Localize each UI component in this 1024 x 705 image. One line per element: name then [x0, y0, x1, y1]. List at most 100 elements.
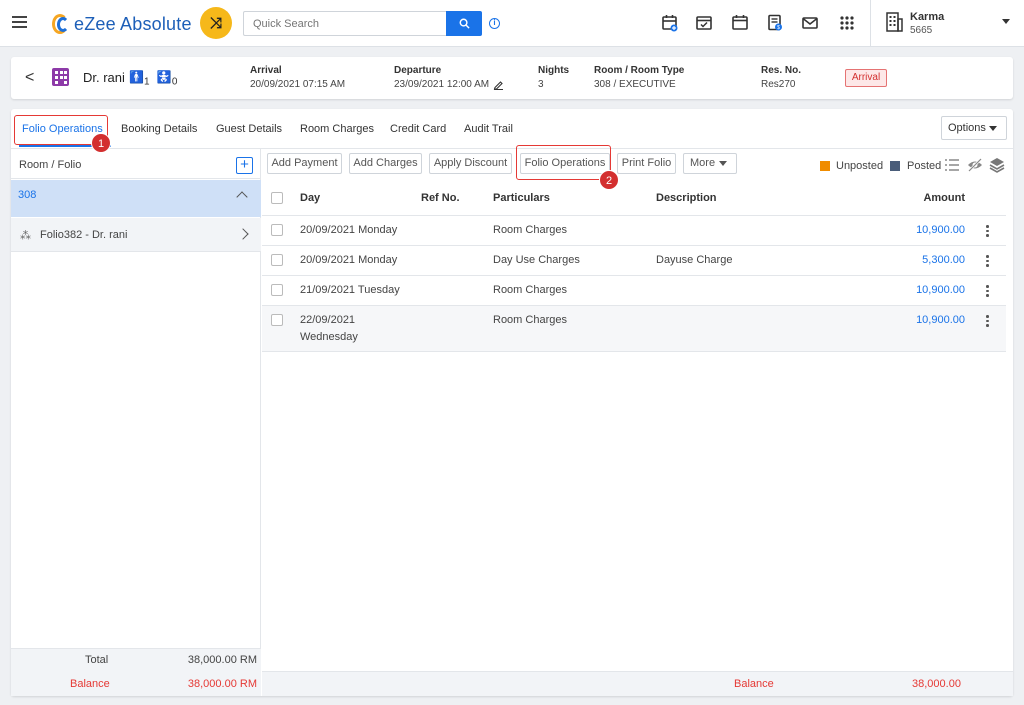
main-panel: Folio Operations Booking Details Guest D… — [11, 109, 1013, 696]
room-folio-header: Room / Folio + — [11, 149, 261, 179]
tab-credit-card[interactable]: Credit Card — [390, 123, 446, 135]
row-amount: 10,900.00 — [916, 284, 965, 296]
caret-down-icon — [719, 161, 727, 166]
grid-footer: Balance 38,000.00 — [262, 671, 1013, 696]
res-no-value: Res270 — [761, 79, 796, 90]
row-day: 22/09/2021 Wednesday — [300, 314, 358, 343]
row-description: Dayuse Charge — [656, 254, 733, 266]
row-checkbox[interactable] — [271, 224, 283, 236]
tab-guest-details[interactable]: Guest Details — [216, 123, 282, 135]
more-dropdown[interactable]: More — [683, 153, 737, 174]
search-button[interactable] — [446, 11, 482, 36]
search-icon — [459, 18, 470, 29]
room-folio-title: Room / Folio — [19, 159, 82, 171]
room-row[interactable]: 308 — [11, 180, 261, 217]
total-value: 38,000.00 RM — [187, 654, 257, 666]
select-all-checkbox[interactable] — [271, 192, 283, 204]
res-no-label: Res. No. — [761, 65, 802, 76]
add-folio-button[interactable]: + — [236, 157, 253, 174]
row-checkbox[interactable] — [271, 254, 283, 266]
row-amount: 5,300.00 — [922, 254, 965, 266]
svg-text:$: $ — [777, 25, 780, 31]
more-label: More — [690, 157, 716, 169]
user-menu[interactable]: Karma 5665 — [870, 0, 1024, 47]
tab-room-charges[interactable]: Room Charges — [300, 123, 374, 135]
row-kebab-menu-icon[interactable] — [986, 255, 989, 269]
tab-audit-trail[interactable]: Audit Trail — [464, 123, 513, 135]
shuffle-icon[interactable]: ⤨ — [200, 7, 232, 39]
row-kebab-menu-icon[interactable] — [986, 315, 989, 329]
status-badge: Arrival — [845, 69, 887, 87]
posted-label: Posted — [907, 160, 942, 172]
table-row[interactable]: 20/09/2021 Monday Day Use Charges Dayuse… — [262, 246, 1006, 276]
add-payment-button[interactable]: Add Payment — [267, 153, 342, 174]
chevron-up-icon[interactable] — [236, 191, 248, 203]
folio-row[interactable]: ⁂ Folio382 - Dr. rani — [11, 218, 261, 252]
user-name: Karma — [910, 11, 945, 23]
row-particulars: Day Use Charges — [493, 254, 580, 266]
nights-value: 3 — [538, 79, 544, 90]
room-type-value: 308 / EXECUTIVE — [594, 79, 676, 90]
folio-grid-header: Day Ref No. Particulars Description Amou… — [262, 181, 1006, 216]
row-particulars: Room Charges — [493, 284, 567, 296]
column-description[interactable]: Description — [656, 192, 717, 204]
folio-tree-icon: ⁂ — [20, 230, 31, 242]
caret-down-icon[interactable] — [1002, 19, 1010, 24]
brand-logo[interactable]: eZee Absolute — [52, 12, 192, 36]
table-row[interactable]: 22/09/2021 Wednesday Room Charges 10,900… — [262, 306, 1006, 352]
caret-down-icon — [989, 126, 997, 131]
row-amount: 10,900.00 — [916, 224, 965, 236]
arrival-label: Arrival — [250, 65, 282, 76]
column-day[interactable]: Day — [300, 192, 320, 204]
column-ref-no[interactable]: Ref No. — [421, 192, 460, 204]
hide-visibility-icon[interactable] — [967, 157, 983, 173]
balance-value: 38,000.00 RM — [187, 678, 257, 690]
hamburger-menu-icon[interactable] — [12, 16, 27, 28]
footer-balance-label: Balance — [734, 678, 774, 690]
add-charges-button[interactable]: Add Charges — [349, 153, 422, 174]
balance-label: Balance — [70, 678, 110, 690]
pax-count: 🚹1 🚼0 — [129, 70, 177, 87]
unposted-swatch — [820, 161, 830, 171]
tab-booking-details[interactable]: Booking Details — [121, 123, 197, 135]
row-kebab-menu-icon[interactable] — [986, 225, 989, 239]
footer-balance-value: 38,000.00 — [912, 678, 961, 690]
table-row[interactable]: 20/09/2021 Monday Room Charges 10,900.00 — [262, 216, 1006, 246]
options-dropdown[interactable]: Options — [941, 116, 1007, 140]
column-amount[interactable]: Amount — [923, 192, 965, 204]
calendar-check-icon[interactable] — [695, 14, 713, 32]
row-kebab-menu-icon[interactable] — [986, 285, 989, 299]
departure-value: 23/09/2021 12:00 AM — [394, 79, 490, 90]
mail-icon[interactable] — [801, 14, 819, 32]
guest-name: Dr. rani — [83, 70, 125, 85]
list-view-icon[interactable] — [944, 157, 960, 173]
column-particulars[interactable]: Particulars — [493, 192, 550, 204]
billing-icon[interactable]: $ — [766, 14, 784, 32]
quick-search-input[interactable] — [243, 11, 447, 36]
callout-highlight-2 — [516, 145, 611, 180]
apply-discount-button[interactable]: Apply Discount — [429, 153, 512, 174]
calendar-icon[interactable] — [731, 14, 749, 32]
adult-icon: 🚹 — [129, 70, 144, 84]
row-checkbox[interactable] — [271, 284, 283, 296]
calendar-plus-icon[interactable] — [661, 14, 679, 32]
layers-icon[interactable] — [989, 157, 1005, 173]
print-folio-button[interactable]: Print Folio — [617, 153, 676, 174]
chevron-right-icon[interactable] — [237, 228, 249, 240]
room-folio-panel: Room / Folio + 308 ⁂ Folio382 - Dr. rani… — [11, 149, 261, 696]
row-checkbox[interactable] — [271, 314, 283, 326]
unposted-label: Unposted — [836, 160, 884, 172]
arrival-value: 20/09/2021 07:15 AM — [250, 79, 346, 90]
row-day: 21/09/2021 Tuesday — [300, 284, 400, 296]
folio-label: Folio382 - Dr. rani — [40, 229, 128, 241]
adult-count: 1 — [143, 76, 150, 88]
back-arrow-icon[interactable]: < — [25, 69, 34, 87]
info-icon[interactable]: i — [489, 18, 500, 29]
left-totals: Total 38,000.00 RM Balance 38,000.00 RM — [11, 648, 261, 696]
apps-grid-icon[interactable] — [838, 14, 856, 32]
edit-pencil-icon[interactable] — [493, 79, 504, 90]
reservation-header: < Dr. rani 🚹1 🚼0 Arrival 20/09/2021 07:1… — [11, 57, 1013, 99]
row-day: 20/09/2021 Monday — [300, 224, 398, 236]
table-row[interactable]: 21/09/2021 Tuesday Room Charges 10,900.0… — [262, 276, 1006, 306]
hotel-building-icon — [886, 12, 903, 32]
